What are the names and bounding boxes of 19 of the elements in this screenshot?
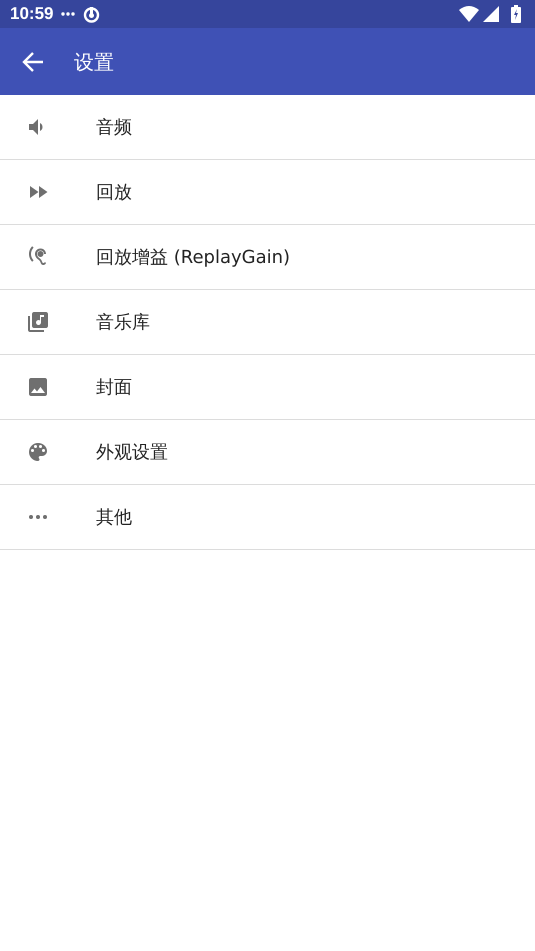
settings-label: 封面 [96,376,132,400]
settings-label: 其他 [96,506,132,530]
palette-icon [26,440,50,464]
settings-label: 外观设置 [96,440,168,464]
back-button[interactable] [22,50,44,72]
settings-label: 回放 [96,180,132,204]
signal-icon [483,6,499,22]
settings-label: 音乐库 [96,310,150,334]
settings-label: 音频 [96,116,132,140]
status-time: 10:59 [10,3,54,26]
settings-label: 回放增益 (ReplayGain) [96,246,290,270]
more-icon [29,515,47,519]
battery-icon [511,5,521,23]
more-notifications-icon [61,12,76,16]
music-library-icon [26,310,50,334]
wifi-icon [459,6,479,22]
timer-icon [83,6,100,22]
screen-title: 设置 [74,48,114,76]
image-icon [26,375,50,399]
